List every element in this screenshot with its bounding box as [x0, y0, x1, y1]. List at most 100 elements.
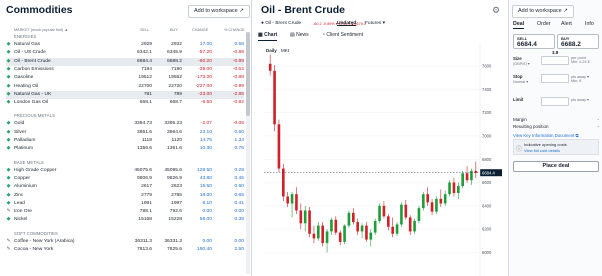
market-row[interactable]: ◆ Oil - Brent Crude 6684.4 6688.2 -60.20 -0.8…: [6, 57, 244, 66]
add-to-workspace-button[interactable]: Add to workspace ↗: [188, 5, 250, 18]
stop-type[interactable]: Normal ▾: [513, 79, 528, 84]
size-input[interactable]: [541, 56, 569, 65]
buy-price[interactable]: 7825.6: [152, 246, 182, 254]
sell-price[interactable]: 19512: [116, 74, 152, 82]
sell-price[interactable]: 6684.4: [116, 58, 152, 66]
buy-price[interactable]: 22720: [152, 83, 182, 91]
tab-info[interactable]: Info: [585, 21, 594, 27]
add-to-workspace-button[interactable]: Add to workspace ↗: [512, 5, 574, 18]
tab-chart[interactable]: ▦ Chart: [258, 30, 278, 41]
sell-price[interactable]: 1118: [116, 137, 152, 145]
market-row[interactable]: ◆ High Grade Copper 45075.6 45095.6 128.50 0.…: [6, 167, 244, 175]
limit-unit[interactable]: pts away ▾: [571, 97, 589, 102]
buy-price[interactable]: 19552: [152, 74, 182, 82]
buy-price[interactable]: 3864.6: [152, 129, 182, 137]
market-row[interactable]: ✎ Iron Ore 788.1 792.6 0.00 0.00: [6, 208, 244, 216]
buy-button[interactable]: BUY 6688.2: [557, 34, 599, 49]
buy-price[interactable]: 2932: [152, 41, 182, 49]
buy-price[interactable]: 7190: [152, 66, 182, 74]
buy-price[interactable]: 36331.3: [152, 238, 182, 246]
instrument-subbar: ● Oil - Brent Crude -60.2 -0.89% ▾ 6753.…: [253, 19, 508, 29]
buy-price[interactable]: 6345.9: [152, 49, 182, 57]
market-row[interactable]: ◆ Gasoline 19512 19552 -173.00 -0.88: [6, 74, 244, 82]
header-change[interactable]: CHANGE: [192, 28, 208, 32]
market-row[interactable]: ✎ Cocoa - New York 7813.6 7825.6 190.40 2.50: [6, 246, 244, 254]
pct-change-value: 0.00: [234, 209, 244, 215]
stop-input[interactable]: [541, 74, 569, 83]
undated-tab[interactable]: Undated: [337, 19, 356, 29]
tab-order[interactable]: Order: [537, 21, 551, 27]
market-row[interactable]: ◆ Nickel 15168 15228 58.00 0.38: [6, 216, 244, 224]
market-row[interactable]: ◆ Palladium 1118 1120 14.75 1.34: [6, 137, 244, 145]
sell-price[interactable]: 668.1: [116, 99, 152, 107]
tab-client-sentiment[interactable]: ◔ Client Sentiment: [322, 30, 363, 40]
buy-price[interactable]: 6688.2: [152, 58, 182, 66]
sell-price[interactable]: 2779: [116, 192, 152, 200]
market-row[interactable]: ◆ Aluminium 2617 2623 15.50 0.60: [6, 183, 244, 191]
gear-icon[interactable]: ⚙: [492, 5, 500, 16]
sell-price[interactable]: 2617: [116, 183, 152, 191]
sell-price[interactable]: 15168: [116, 216, 152, 224]
buy-price[interactable]: 9826.9: [152, 175, 182, 183]
market-row[interactable]: ◆ Copper 9806.9 9826.9 43.80 0.45: [6, 175, 244, 183]
sell-price[interactable]: 1991: [116, 200, 152, 208]
price-chart[interactable]: 7600 7400 7200 7000 6800 6600 6400 6200 6000 6684…: [258, 45, 508, 276]
tab-news[interactable]: ▤ News: [290, 30, 309, 40]
buy-price[interactable]: 2785: [152, 192, 182, 200]
sell-price[interactable]: 45075.6: [116, 167, 152, 175]
sell-price[interactable]: 7813.6: [116, 246, 152, 254]
costs-link[interactable]: View full cost details: [524, 148, 560, 153]
buy-price[interactable]: 789: [152, 91, 182, 99]
market-row[interactable]: ◆ Silver 3861.6 3864.6 23.10 0.60: [6, 129, 244, 137]
sell-button[interactable]: SELL 6684.4: [513, 34, 555, 49]
market-row[interactable]: ◆ Oil - US Crude 6342.1 6345.9 -57.20 -0.89: [6, 49, 244, 57]
y-tick-label: 6600: [482, 180, 492, 185]
market-row[interactable]: ◆ Lead 1991 1997 8.10 0.41: [6, 200, 244, 208]
sell-price[interactable]: 36311.3: [116, 238, 152, 246]
sell-price[interactable]: 22700: [116, 83, 152, 91]
market-row[interactable]: ◆ Natural Gas 2929 2932 17.00 0.58: [6, 41, 244, 49]
header-pct-change[interactable]: % CHANGE: [224, 28, 245, 32]
buy-price[interactable]: 15228: [152, 216, 182, 224]
market-row[interactable]: ◆ Heating Oil 22700 22720 -227.00 -0.99: [6, 83, 244, 91]
buy-price[interactable]: 1120: [152, 137, 182, 145]
buy-price[interactable]: 3395.23: [152, 120, 182, 128]
futures-dropdown[interactable]: Futures ▾: [365, 19, 385, 29]
market-row[interactable]: ◆ Platinum 1356.6 1361.6 10.30 0.76: [6, 145, 244, 153]
market-row[interactable]: ✎ Coffee - New York (Arabica) 36311.3 36331…: [6, 238, 244, 246]
buy-price[interactable]: 2623: [152, 183, 182, 191]
sell-price[interactable]: 781: [116, 91, 152, 99]
sell-price[interactable]: 1356.6: [116, 145, 152, 153]
sell-price[interactable]: 3394.73: [116, 120, 152, 128]
limit-input[interactable]: [541, 97, 569, 106]
y-tick-label: 7400: [482, 87, 492, 92]
pct-change-value: 0.41: [234, 200, 244, 206]
sell-price[interactable]: 7184: [116, 66, 152, 74]
market-row[interactable]: ◆ Gold 3394.73 3395.23 -2.07 -0.06: [6, 120, 244, 128]
header-sell[interactable]: SELL: [140, 28, 149, 32]
header-buy[interactable]: BUY: [170, 28, 178, 32]
size-currency[interactable]: (GBP/£) ▾: [513, 61, 530, 66]
buy-price[interactable]: 792.6: [152, 208, 182, 216]
candle: [461, 173, 464, 187]
place-deal-button[interactable]: Place deal: [513, 161, 599, 172]
market-row[interactable]: ◆ London Gas Oil 668.1 668.7 -5.50 -0.82: [6, 99, 244, 107]
market-row[interactable]: ◆ Zinc 2779 2785 18.00 0.65: [6, 192, 244, 200]
tab-alert[interactable]: Alert: [561, 21, 572, 27]
buy-price[interactable]: 668.7: [152, 99, 182, 107]
sell-price[interactable]: 2929: [116, 41, 152, 49]
kid-link[interactable]: View Key Information Document ⧉: [513, 133, 579, 138]
tab-deal[interactable]: Deal: [513, 21, 525, 29]
sell-price[interactable]: 3861.6: [116, 129, 152, 137]
sell-price[interactable]: 6342.1: [116, 49, 152, 57]
scrollbar[interactable]: [246, 32, 250, 274]
sell-price[interactable]: 9806.9: [116, 175, 152, 183]
header-market[interactable]: MARKET (mock popular first) ▲: [14, 28, 68, 32]
market-row[interactable]: ◆ Carbon Emissions 7184 7190 -39.00 -0.53: [6, 66, 244, 74]
buy-price[interactable]: 1361.6: [152, 145, 182, 153]
buy-price[interactable]: 45095.6: [152, 167, 182, 175]
buy-price[interactable]: 1997: [152, 200, 182, 208]
sell-price[interactable]: 788.1: [116, 208, 152, 216]
market-row[interactable]: ◆ Natural Gas - UK 781 789 -23.00 -2.85: [6, 90, 244, 100]
scrollbar-thumb[interactable]: [246, 32, 250, 116]
